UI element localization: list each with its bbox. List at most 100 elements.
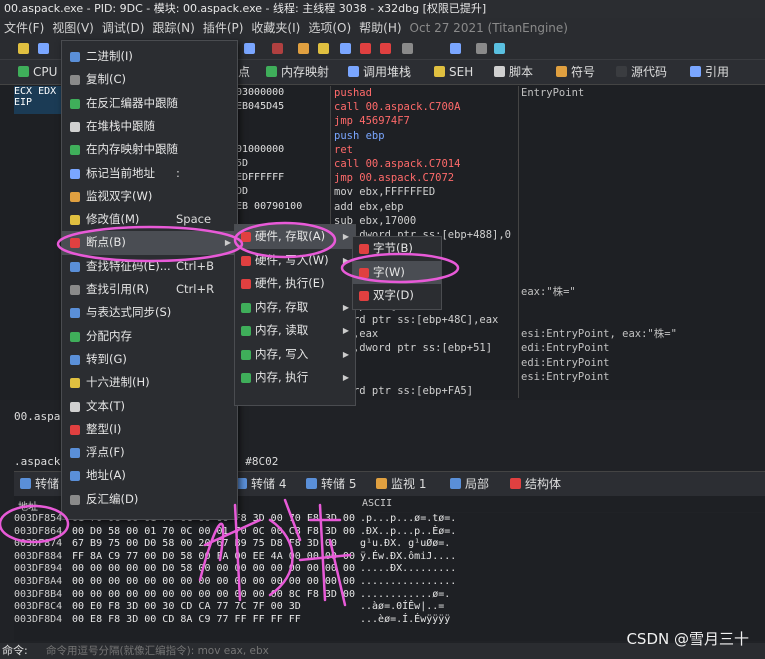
submenu-item[interactable]: 内存, 存取 ▶	[235, 296, 355, 320]
hex-row[interactable]: 003DF8B4 00 00 00 00 00 00 00 00 00 00 00…	[14, 589, 765, 602]
hash-icon[interactable]	[402, 43, 413, 54]
instruction-row[interactable]: push ebp	[331, 129, 519, 143]
submenu-item[interactable]: 硬件, 写入(W) ▶	[235, 249, 355, 273]
hex-row[interactable]: 003DF8C4 00 E0 F8 3D 00 30 CD CA 77 7C 7F…	[14, 601, 765, 614]
comment-icon[interactable]	[318, 43, 329, 54]
menu-file[interactable]: 文件(F)	[0, 18, 48, 39]
context-menu-item[interactable]: 断点(B) ▶	[62, 231, 237, 255]
submenu-item[interactable]: 双字(D)	[353, 284, 441, 308]
submenu-item[interactable]: 硬件, 存取(A) ▶	[235, 225, 355, 249]
list-icon[interactable]	[476, 43, 487, 54]
tab-seh[interactable]: SEH	[434, 60, 473, 84]
tab-source[interactable]: 源代码	[616, 60, 667, 84]
context-menu-item[interactable]: 二进制(I)	[62, 45, 237, 68]
menu-view[interactable]: 视图(V)	[48, 18, 98, 39]
context-menu-item[interactable]: 分配内存	[62, 325, 237, 348]
bookmark-icon[interactable]	[360, 43, 371, 54]
tab-call-stack[interactable]: 调用堆栈	[348, 60, 411, 84]
tab-script[interactable]: 脚本	[494, 60, 533, 84]
context-menu-item[interactable]: 地址(A)	[62, 464, 237, 487]
label-icon[interactable]	[340, 43, 351, 54]
context-menu-item[interactable]: 反汇编(D)	[62, 488, 237, 511]
context-menu-item[interactable]: 复制(C)	[62, 68, 237, 91]
instruction-row[interactable]: add ebx,ebp	[331, 200, 519, 214]
menu-item-icon	[241, 349, 251, 360]
submenu-item[interactable]: 字(W)	[353, 260, 441, 284]
step-icon[interactable]	[244, 43, 255, 54]
context-menu-item[interactable]: 与表达式同步(S)	[62, 301, 237, 324]
menu-item-label: 浮点(F)	[86, 445, 125, 460]
register-panel[interactable]: ECX EDX EIP	[14, 86, 62, 114]
lightbulb-icon[interactable]	[494, 43, 505, 54]
document-icon[interactable]	[450, 43, 461, 54]
submenu-item[interactable]: 内存, 读取 ▶	[235, 319, 355, 343]
menu-item-shortcut: Ctrl+R	[176, 282, 215, 296]
menu-item-label: 硬件, 写入(W)	[255, 252, 329, 267]
hex-row[interactable]: 003DF874 67 B9 75 00 D0 58 00 20 67 B9 75…	[14, 538, 765, 551]
tab-dump-1[interactable]: 转储	[20, 472, 59, 496]
tab-struct[interactable]: 结构体	[510, 472, 561, 496]
tab-references[interactable]: 引用	[690, 60, 729, 84]
instruction-row[interactable]: edi,dword ptr ss:[ebp+51]	[331, 341, 519, 355]
menu-trace[interactable]: 跟踪(N)	[148, 18, 198, 39]
instruction-row[interactable]: pushad	[331, 86, 519, 100]
restart-icon[interactable]	[38, 43, 49, 54]
instruction-row[interactable]: call 00.aspack.C7014	[331, 157, 519, 171]
open-icon[interactable]	[18, 43, 29, 54]
context-menu-item[interactable]: 在堆栈中跟随	[62, 115, 237, 138]
tab-label: 局部	[465, 477, 490, 491]
menu-item-icon	[70, 471, 80, 482]
context-menu-item[interactable]: 标记当前地址:	[62, 162, 237, 185]
menu-item-label: 查找引用(R)	[86, 282, 149, 296]
tab-dump-4[interactable]: 转储 4	[236, 472, 286, 496]
menu-options[interactable]: 选项(O)	[304, 18, 355, 39]
tab-memory-map[interactable]: 内存映射	[266, 60, 329, 84]
hex-row[interactable]: 003DF864 00 D0 58 00 01 70 0C 00 01 70 0C…	[14, 526, 765, 539]
instruction-row[interactable]: edi	[331, 356, 519, 370]
instruction-row[interactable]: ret	[331, 143, 519, 157]
submenu-item[interactable]: 硬件, 执行(E)	[235, 272, 355, 296]
context-menu-item[interactable]: 转到(G)	[62, 348, 237, 371]
hex-row[interactable]: 003DF894 00 00 00 00 00 D0 58 00 00 00 00…	[14, 563, 765, 576]
instruction-row[interactable]: dword ptr ss:[ebp+FA5]	[331, 384, 519, 398]
menu-plugins[interactable]: 插件(P)	[199, 18, 248, 39]
instruction-row[interactable]: call 00.aspack.C700A	[331, 100, 519, 114]
context-menu-item[interactable]: 浮点(F)	[62, 441, 237, 464]
submenu-item[interactable]: 内存, 写入 ▶	[235, 343, 355, 367]
menu-favourites[interactable]: 收藏夹(I)	[247, 18, 304, 39]
hex-row[interactable]: 003DF8D4 00 E8 F8 3D 00 CD 8A C9 77 FF FF…	[14, 614, 765, 627]
trace-icon[interactable]	[272, 43, 283, 54]
menu-debug[interactable]: 调试(D)	[98, 18, 149, 39]
context-menu-item[interactable]: 监视双字(W)	[62, 185, 237, 208]
context-menu-item[interactable]: 整型(I)	[62, 418, 237, 441]
context-menu-item[interactable]: 十六进制(H)	[62, 371, 237, 394]
hex-row[interactable]: 003DF884 FF 8A C9 77 00 D0 58 00 FA 00 EE…	[14, 551, 765, 564]
tab-watch-1[interactable]: 监视 1	[376, 472, 426, 496]
tab-breakpoints[interactable]: 点	[238, 60, 250, 84]
submenu-item[interactable]: 字节(B)	[353, 237, 441, 261]
instruction-row[interactable]: dword ptr ss:[ebp+48C],eax	[331, 313, 519, 327]
function-icon[interactable]	[380, 43, 391, 54]
patch-icon[interactable]	[298, 43, 309, 54]
hex-dump[interactable]: 003DF85401 70 0C 00 01 70 0C 00 00 F8 3D…	[14, 513, 765, 641]
instruction-row[interactable]: esi	[331, 370, 519, 384]
tab-cpu[interactable]: CPU	[18, 60, 57, 84]
instruction-row[interactable]: esi,eax	[331, 327, 519, 341]
context-menu-item[interactable]: 查找引用(R) Ctrl+R	[62, 278, 237, 301]
menu-help[interactable]: 帮助(H)	[355, 18, 405, 39]
tab-symbols[interactable]: 符号	[556, 60, 595, 84]
context-menu-item[interactable]: 文本(T)	[62, 395, 237, 418]
tab-locals[interactable]: 局部	[450, 472, 489, 496]
context-menu-item[interactable]: 在反汇编器中跟随	[62, 92, 237, 115]
submenu-item[interactable]: 内存, 执行 ▶	[235, 366, 355, 390]
hex-bytes: 00 00 00 00 00 00 00 00 00 00 00 00 8C F…	[72, 588, 355, 600]
instruction-row[interactable]: mov ebx,FFFFFFED	[331, 185, 519, 199]
hex-row[interactable]: 003DF8A4 00 00 00 00 00 00 00 00 00 00 00…	[14, 576, 765, 589]
instruction-row[interactable]: jmp 456974F7	[331, 114, 519, 128]
instruction-row[interactable]: sub ebx,17000	[331, 214, 519, 228]
context-menu-item[interactable]: 在内存映射中跟随	[62, 138, 237, 161]
instruction-row[interactable]: jmp 00.aspack.C7072	[331, 171, 519, 185]
tab-dump-5[interactable]: 转储 5	[306, 472, 356, 496]
context-menu-item[interactable]: 查找特征码(E)... Ctrl+B	[62, 255, 237, 278]
context-menu-item[interactable]: 修改值(M) Space	[62, 208, 237, 231]
